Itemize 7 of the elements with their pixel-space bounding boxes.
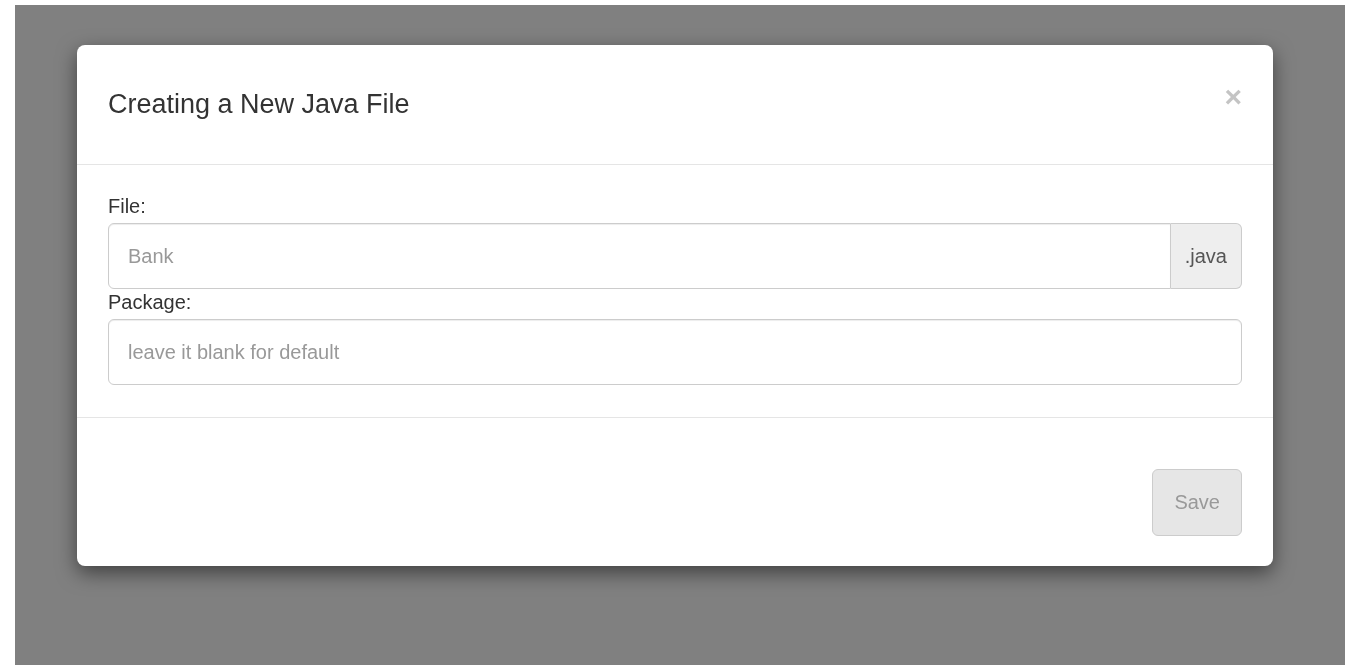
close-button[interactable]: ×	[1224, 81, 1242, 112]
field-label: Package:	[108, 291, 193, 313]
field-label: File:	[108, 195, 147, 217]
input-field[interactable]: Bank	[108, 223, 1171, 289]
input-field[interactable]: leave it blank for default	[108, 319, 1242, 385]
extension-addon: .java	[1170, 223, 1242, 289]
dialog-title: Creating a New Java File	[108, 89, 410, 120]
